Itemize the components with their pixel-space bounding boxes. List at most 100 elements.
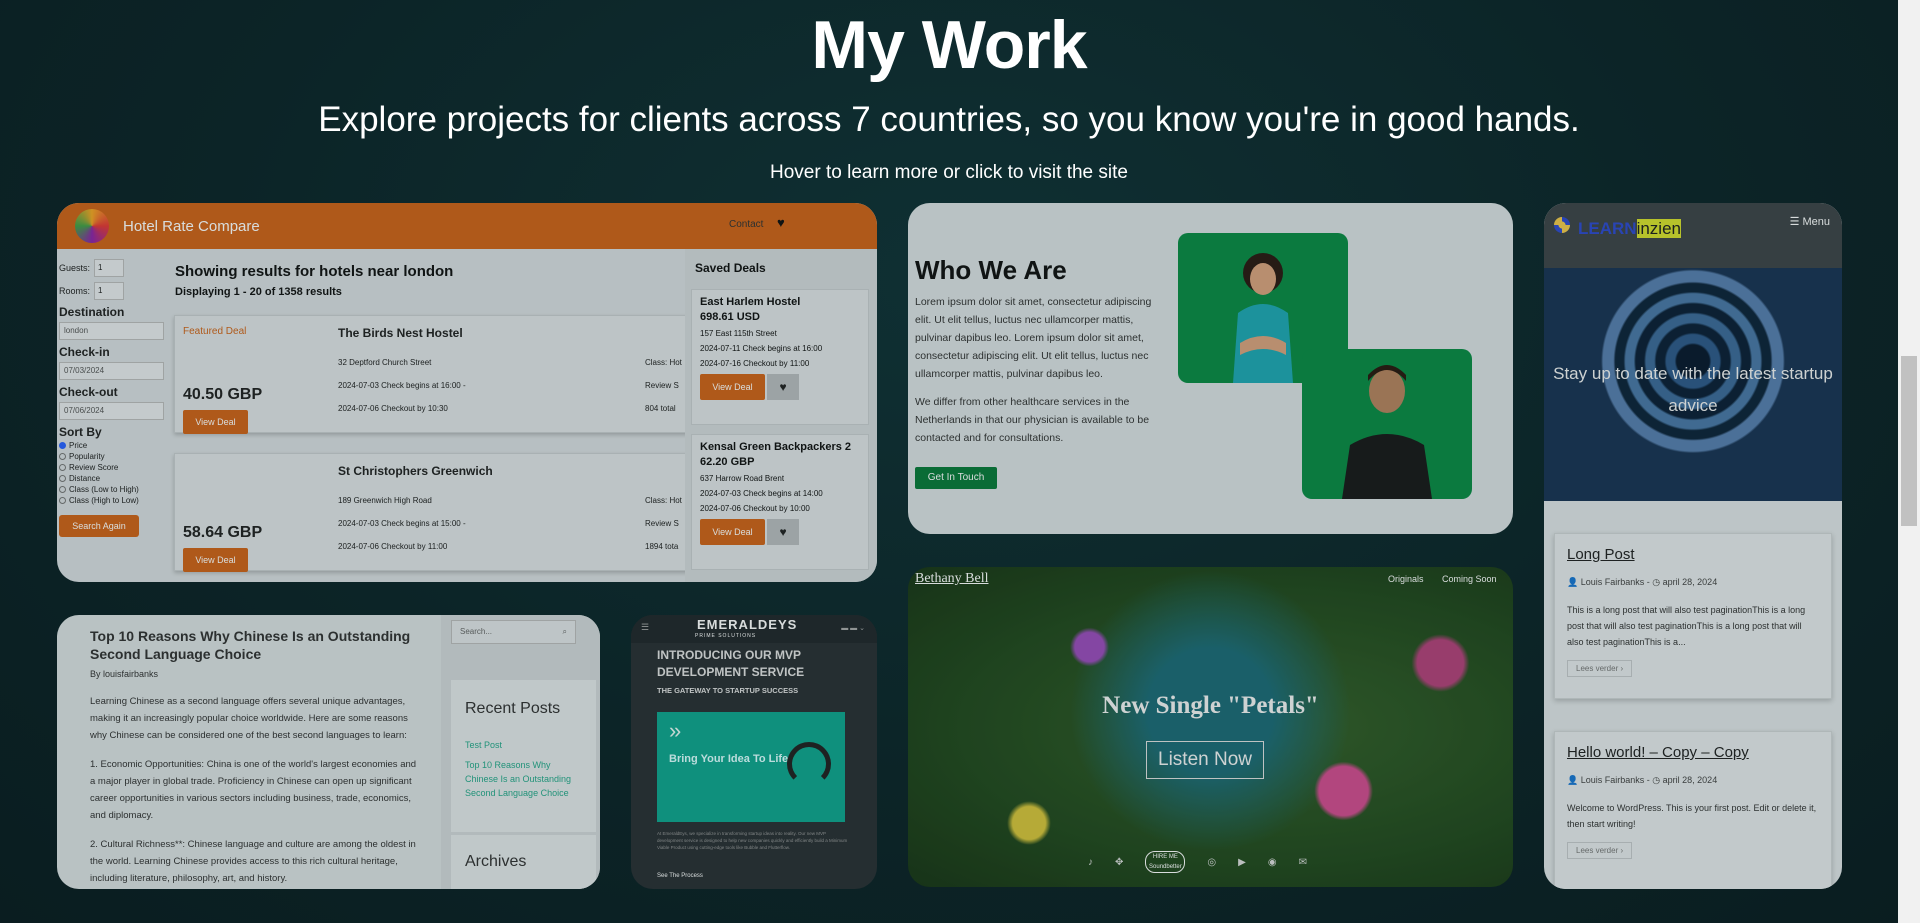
- emerald-heading: INTRODUCING OUR MVP DEVELOPMENT SERVICE: [657, 648, 805, 679]
- hotel-filter-sidebar: Guests: 1 Rooms: 1 Destination london Chec…: [57, 249, 169, 582]
- deal-class: Class: Hot: [645, 496, 682, 505]
- learn-brand-b: inzien: [1636, 219, 1681, 238]
- heart-icon[interactable]: ♥: [767, 374, 799, 400]
- rooms-label: Rooms:: [59, 286, 91, 296]
- post-title[interactable]: Long Post: [1567, 546, 1819, 563]
- nav-originals[interactable]: Originals: [1388, 574, 1424, 584]
- page-hint: Hover to learn more or click to visit th…: [770, 162, 1128, 183]
- read-more-button[interactable]: Lees verder ›: [1567, 842, 1633, 859]
- saved-deal-name: Kensal Green Backpackers 2: [700, 441, 852, 453]
- nav-coming-soon[interactable]: Coming Soon: [1442, 574, 1497, 584]
- hire-me-badge[interactable]: HIRE ME Soundbetter: [1145, 851, 1186, 873]
- view-deal-button[interactable]: View Deal: [700, 374, 765, 400]
- hotel-deal-card[interactable]: Featured Deal 40.50 GBP View Deal The Bi…: [174, 315, 694, 434]
- guests-input[interactable]: 1: [94, 259, 125, 277]
- single-title: New Single "Petals": [1102, 692, 1319, 719]
- get-in-touch-button[interactable]: Get In Touch: [915, 467, 997, 489]
- deal-address: 32 Deptford Church Street: [338, 358, 432, 367]
- instagram-icon[interactable]: ◎: [1207, 857, 1216, 873]
- hotel-results-header: Showing results for hotels near london D…: [175, 263, 453, 298]
- saved-deals-title: Saved Deals: [695, 261, 766, 275]
- sort-radio-class-low-high[interactable]: Class (Low to High): [59, 485, 167, 494]
- checkin-input[interactable]: 07/03/2024: [59, 362, 164, 380]
- youtube-icon[interactable]: ▶: [1238, 857, 1246, 873]
- recent-post-link[interactable]: Top 10 Reasons Why Chinese Is an Outstan…: [465, 758, 582, 800]
- project-card-hotel-rate-compare[interactable]: Hotel Rate Compare Contact ♥ Guests: 1 Ro…: [57, 203, 877, 582]
- recent-post-link[interactable]: Test Post: [465, 738, 582, 752]
- saved-deal-card[interactable]: Kensal Green Backpackers 2 62.20 GBP 637…: [691, 434, 869, 570]
- recent-posts-widget: Recent Posts Test Post Top 10 Reasons Wh…: [451, 680, 596, 832]
- article-title: Top 10 Reasons Why Chinese Is an Outstan…: [90, 628, 411, 662]
- project-card-emeraldeys[interactable]: ☰ EMERALDEYS PRIME SOLUTIONS ▬ ▬ ⌄ INTRO…: [631, 615, 877, 889]
- who-title: Who We Are: [915, 255, 1067, 285]
- heart-icon[interactable]: ♥: [777, 215, 785, 230]
- post-excerpt: Welcome to WordPress. This is your first…: [1567, 803, 1817, 829]
- view-deal-button[interactable]: View Deal: [183, 410, 248, 434]
- artist-name[interactable]: Bethany Bell: [915, 571, 989, 587]
- article-paragraph: 1. Economic Opportunities: China is one …: [90, 759, 417, 821]
- see-process-link[interactable]: See The Process: [657, 873, 703, 879]
- deal-price: 40.50 GBP: [183, 386, 263, 403]
- learn-logo-icon: [1554, 217, 1570, 233]
- sort-by-label: Sort By: [59, 425, 102, 439]
- destination-input[interactable]: london: [59, 322, 164, 340]
- blog-post-card[interactable]: Hello world! – Copy – Copy 👤 Louis Fairb…: [1554, 731, 1832, 889]
- sort-radio-distance[interactable]: Distance: [59, 474, 167, 483]
- who-paragraph: We differ from other healthcare services…: [915, 396, 1150, 444]
- listen-now-button[interactable]: Listen Now: [1146, 741, 1264, 779]
- deal-hotel-name: St Christophers Greenwich: [338, 464, 493, 478]
- page-title: My Work: [811, 7, 1087, 83]
- view-deal-button[interactable]: View Deal: [700, 519, 765, 545]
- hotel-deal-card[interactable]: 58.64 GBP View Deal St Christophers Gree…: [174, 453, 694, 572]
- scrollbar-track[interactable]: [1898, 0, 1920, 923]
- blog-sidebar: Search... ⌕ Recent Posts Test Post Top 10…: [441, 615, 600, 889]
- sort-radio-review-score[interactable]: Review Score: [59, 463, 167, 472]
- featured-deal-label: Featured Deal: [183, 326, 247, 337]
- search-input[interactable]: Search... ⌕: [451, 620, 576, 644]
- post-meta: 👤 Louis Fairbanks - ◷ april 28, 2024: [1567, 577, 1718, 587]
- project-card-who-we-are[interactable]: Who We Are Lorem ipsum dolor sit amet, c…: [908, 203, 1513, 534]
- mail-icon[interactable]: ✉: [1299, 857, 1307, 873]
- emerald-logo: EMERALDEYS: [697, 617, 798, 632]
- saved-deals-panel: Saved Deals East Harlem Hostel 698.61 US…: [685, 249, 877, 582]
- heart-icon[interactable]: ♥: [767, 519, 799, 545]
- saved-deal-card[interactable]: East Harlem Hostel 698.61 USD 157 East 1…: [691, 289, 869, 425]
- checkin-label: Check-in: [59, 345, 110, 359]
- sort-radio-popularity[interactable]: Popularity: [59, 452, 167, 461]
- spotify-icon[interactable]: ◉: [1268, 857, 1277, 873]
- saved-deal-checkout: 2024-07-16 Checkout by 11:00: [700, 359, 810, 368]
- blog-post-card[interactable]: Long Post 👤 Louis Fairbanks - ◷ april 28…: [1554, 533, 1832, 699]
- results-title: Showing results for hotels near london: [175, 263, 454, 280]
- deal-review-count: 1894 tota: [645, 542, 679, 551]
- read-more-button[interactable]: Lees verder ›: [1567, 660, 1633, 677]
- chevrons-icon: »: [669, 718, 682, 743]
- sort-radio-class-high-low[interactable]: Class (High to Low): [59, 496, 167, 505]
- hotel-contact-link[interactable]: Contact: [729, 219, 763, 230]
- page-subtitle: Explore projects for clients across 7 co…: [318, 100, 1580, 139]
- project-card-bethany-bell[interactable]: Bethany Bell Originals Coming Soon New S…: [908, 567, 1513, 887]
- menu-button[interactable]: ☰ Menu: [1790, 215, 1830, 228]
- deezer-icon[interactable]: ✥: [1115, 857, 1123, 873]
- hotel-topbar: Hotel Rate Compare Contact ♥: [57, 203, 877, 249]
- sort-radio-price[interactable]: Price: [59, 441, 167, 450]
- post-title[interactable]: Hello world! – Copy – Copy: [1567, 744, 1819, 761]
- project-card-chinese-blog[interactable]: Top 10 Reasons Why Chinese Is an Outstan…: [57, 615, 600, 889]
- rooms-input[interactable]: 1: [94, 282, 125, 300]
- hotel-logo-icon: [75, 209, 109, 243]
- checkout-input[interactable]: 07/06/2024: [59, 402, 164, 420]
- search-again-button[interactable]: Search Again: [59, 515, 139, 537]
- language-selector[interactable]: ▬ ▬ ⌄: [841, 624, 865, 632]
- artist-nav: Originals Coming Soon: [1388, 574, 1513, 584]
- saved-deal-price: 62.20 GBP: [700, 456, 755, 468]
- article-byline: By louisfairbanks: [90, 669, 159, 679]
- view-deal-button[interactable]: View Deal: [183, 548, 248, 572]
- man-photo: [1302, 349, 1472, 499]
- post-excerpt: This is a long post that will also test …: [1567, 605, 1806, 647]
- deal-class: Class: Hot: [645, 358, 682, 367]
- hamburger-icon[interactable]: ☰: [641, 622, 649, 633]
- tiktok-icon[interactable]: ♪: [1088, 857, 1093, 873]
- archives-title: Archives: [451, 835, 596, 889]
- saved-deal-address: 157 East 115th Street: [700, 329, 777, 338]
- project-card-learninzien[interactable]: LEARNinzien ☰ Menu Stay up to date with …: [1544, 203, 1842, 889]
- scrollbar-thumb[interactable]: [1901, 356, 1917, 526]
